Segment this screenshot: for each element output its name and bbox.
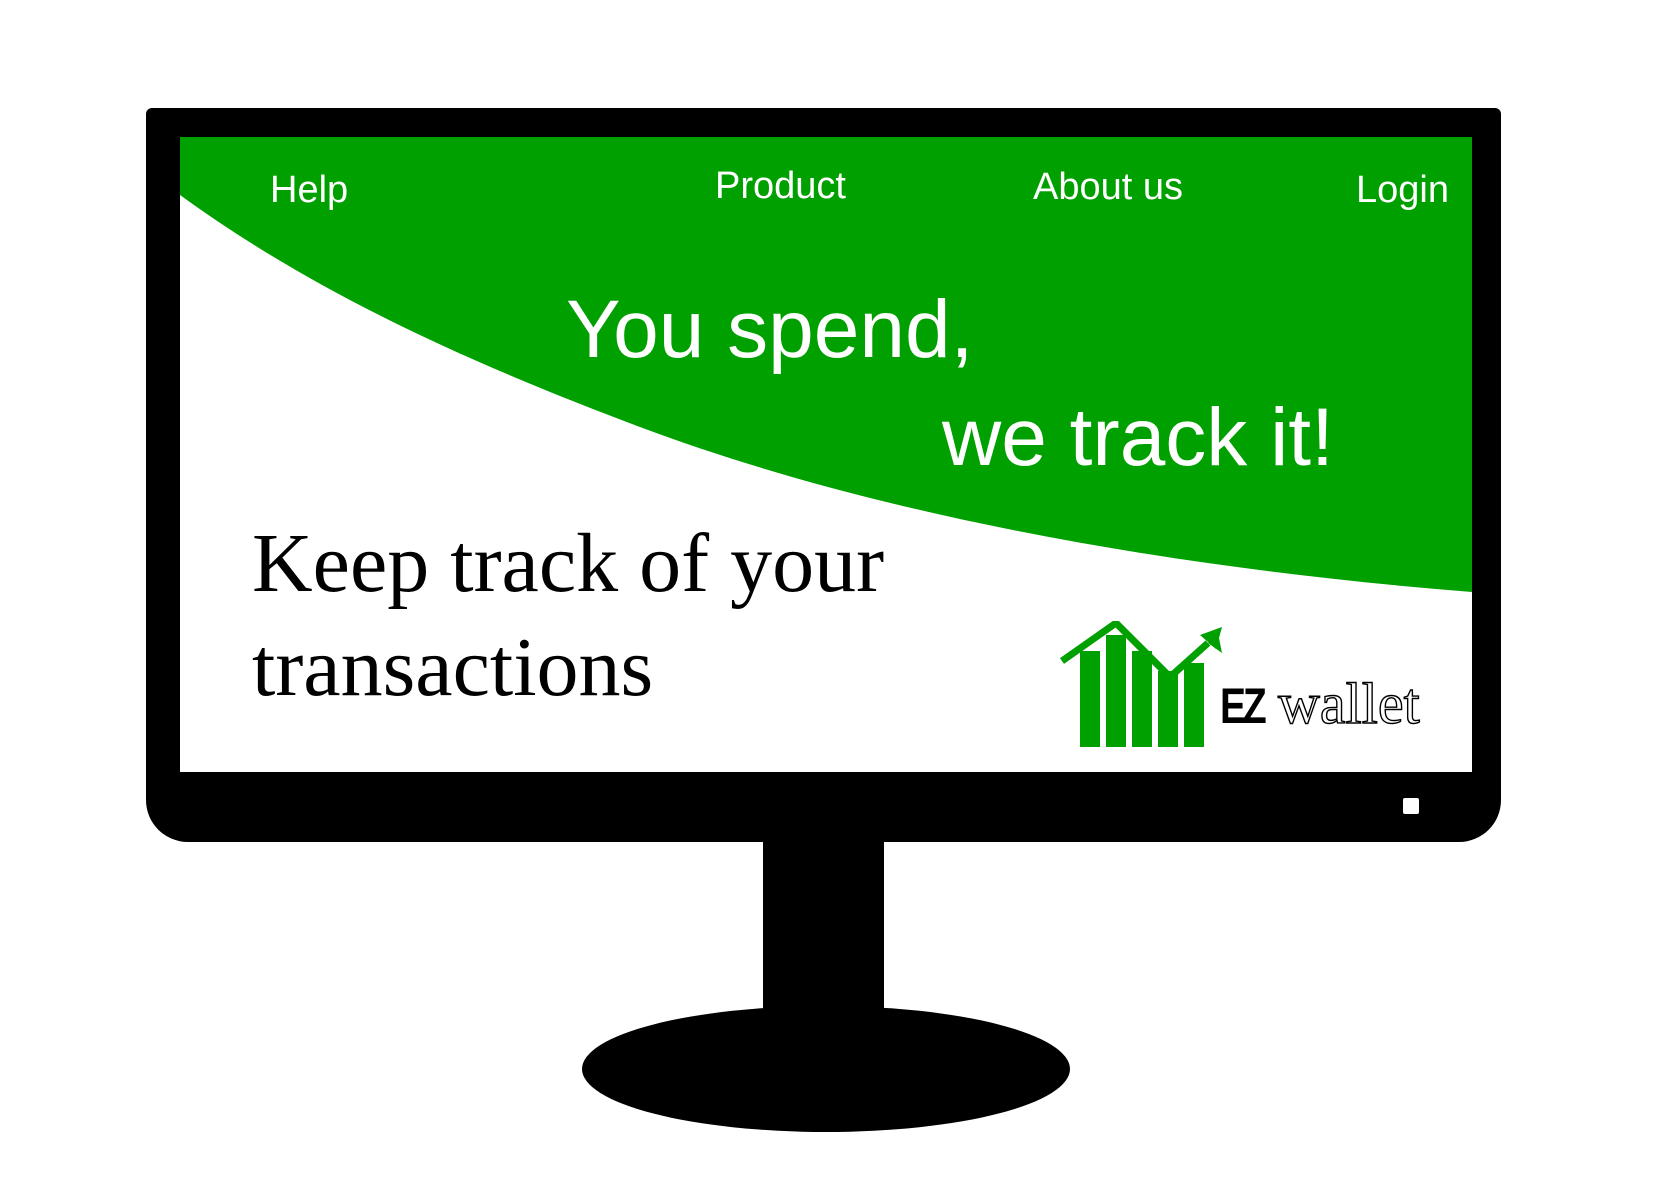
nav-about-link[interactable]: About us: [1033, 166, 1183, 209]
tagline-line-2: transactions: [252, 621, 654, 714]
monitor-stand-neck: [763, 838, 884, 1018]
monitor-illustration: Help Product About us Login You spend, w…: [0, 0, 1667, 1179]
logo-wallet-text: wallet: [1277, 671, 1420, 736]
hero-headline-line-1: You spend,: [566, 284, 974, 375]
tagline: Keep track of your transactions: [252, 512, 884, 720]
bar-chart-growth-icon: [1059, 621, 1222, 747]
tagline-line-1: Keep track of your: [252, 517, 885, 610]
nav-help-link[interactable]: Help: [270, 169, 348, 212]
monitor-stand-base: [582, 1006, 1070, 1132]
logo-ez-text: EZ: [1220, 678, 1267, 734]
website-screen: Help Product About us Login You spend, w…: [180, 137, 1472, 772]
hero-headline-line-2: we track it!: [942, 392, 1334, 483]
nav-login-link[interactable]: Login: [1356, 169, 1449, 212]
ezwallet-logo[interactable]: EZ wallet: [1058, 621, 1458, 751]
nav-product-link[interactable]: Product: [715, 165, 846, 208]
power-indicator-icon: [1403, 798, 1419, 814]
